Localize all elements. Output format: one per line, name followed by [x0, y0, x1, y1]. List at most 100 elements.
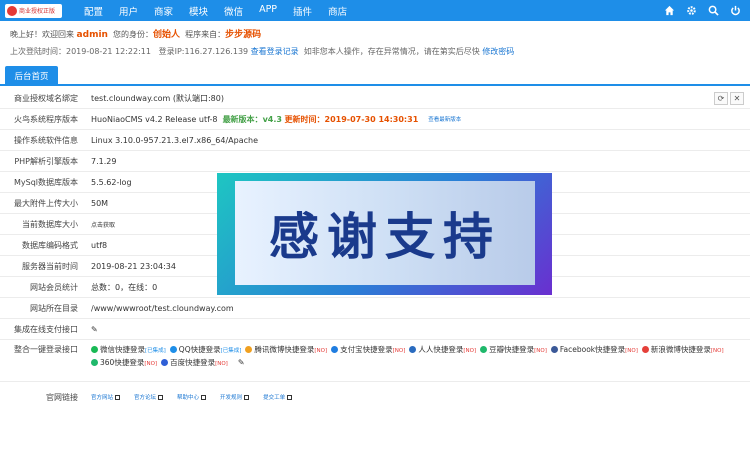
login-provider-status: [已集成] [220, 348, 242, 354]
official-link-label: 帮助中心 [177, 395, 200, 401]
row-label: MySql数据库版本 [13, 177, 78, 187]
table-row: 操作系统软件信息 Linux 3.10.0-957.21.3.el7.x86_6… [0, 130, 750, 151]
row-value: utf8 [91, 240, 108, 250]
nav-item-merchants[interactable]: 商家 [154, 4, 173, 18]
view-login-log-link[interactable]: 查看登录记录 [251, 47, 299, 56]
login-provider-icon [550, 346, 558, 353]
edit-icon[interactable]: ✎ [91, 325, 98, 334]
username: admin [76, 30, 108, 40]
login-provider-name: 支付宝快捷登录 [340, 345, 393, 354]
last-login-time: 2019-08-21 12:22:11 [66, 47, 151, 56]
search-icon[interactable] [708, 5, 719, 16]
official-link[interactable]: 提交工单 [263, 393, 293, 401]
external-link-icon [287, 394, 293, 400]
home-icon[interactable] [664, 5, 675, 16]
identity-label: 您的身份： [113, 30, 154, 39]
row-label: 操作系统软件信息 [14, 135, 78, 145]
logo-text: 商业授权正版 [19, 8, 56, 15]
quick-login-item[interactable]: 微信快捷登录[已集成] [91, 345, 166, 354]
official-link[interactable]: 开发规则 [220, 393, 250, 401]
quick-login-list: 微信快捷登录[已集成] QQ快捷登录[已集成] 腾讯微博快捷登录[NO] 支付宝快捷登… [91, 344, 731, 370]
quick-login-item[interactable]: Facebook快捷登录[NO] [550, 345, 638, 354]
table-row: 火鸟系统程序版本 HuoNiaoCMS v4.2 Release utf-8 最… [0, 109, 750, 130]
quick-login-item[interactable]: 腾讯微博快捷登录[NO] [245, 345, 327, 354]
nav-item-config[interactable]: 配置 [84, 4, 103, 18]
top-nav: 商业授权正版 配置 用户 商家 模块 微信 APP 插件 商店 [0, 0, 750, 21]
row-label: 商业授权域名绑定 [14, 93, 78, 103]
nav-item-store[interactable]: 商店 [328, 4, 347, 18]
thanks-banner: 感谢支持 [217, 173, 552, 295]
source-value: 步步源码 [225, 30, 262, 40]
get-db-size-link[interactable]: 点击获取 [91, 220, 115, 229]
brand-logo[interactable]: 商业授权正版 [5, 3, 62, 18]
quick-login-item[interactable]: 新浪微博快捷登录[NO] [641, 345, 724, 354]
update-time-label: 更新时间： [284, 114, 325, 124]
row-value: test.cloundway.com (默认端口:80) [91, 93, 224, 103]
login-provider-name: 豆瓣快捷登录 [489, 345, 535, 354]
last-login-line: 上次登陆时间：2019-08-21 12:22:11 登录IP:116.27.1… [10, 46, 514, 57]
row-value: 5.5.62-log [91, 177, 132, 187]
row-label: 服务器当前时间 [22, 261, 78, 271]
edit-icon[interactable]: ✎ [238, 358, 245, 367]
nav-item-users[interactable]: 用户 [119, 4, 138, 18]
login-provider-icon [91, 359, 98, 366]
quick-login-item[interactable]: 人人快捷登录[NO] [409, 345, 476, 354]
quick-login-item[interactable]: 百度快捷登录[NO] [161, 358, 228, 367]
login-provider-name: 百度快捷登录 [170, 358, 216, 367]
official-links-row: 官网链接 官方网站 官方论坛 帮助中心 开发规则 提交工单 [0, 387, 750, 407]
nav-item-wechat[interactable]: 微信 [224, 4, 243, 18]
nav-item-modules[interactable]: 模块 [189, 4, 208, 18]
login-ip: 116.27.126.139 [184, 47, 249, 56]
login-provider-name: 新浪微博快捷登录 [650, 345, 711, 354]
login-provider-icon [245, 346, 253, 353]
quick-login-item[interactable]: 豆瓣快捷登录[NO] [480, 345, 547, 354]
official-link-label: 官方论坛 [134, 395, 157, 401]
login-provider-status: [NO] [463, 348, 477, 354]
login-provider-status: [NO] [625, 348, 638, 354]
row-label: 网站会员统计 [30, 282, 78, 292]
logo-mark-icon [7, 5, 17, 16]
quick-login-item[interactable]: QQ快捷登录[已集成] [169, 345, 242, 354]
last-login-label: 上次登陆时间： [10, 47, 66, 56]
nav-item-plugins[interactable]: 插件 [293, 4, 312, 18]
row-label: 集成在线支付接口 [14, 324, 78, 334]
login-provider-icon [169, 346, 177, 353]
login-provider-name: Facebook快捷登录 [559, 345, 626, 354]
table-row: 整合一键登录接口 微信快捷登录[已集成] QQ快捷登录[已集成] 腾讯微博快捷登录[… [0, 340, 750, 382]
login-provider-status: [NO] [144, 361, 158, 367]
official-link[interactable]: 帮助中心 [177, 393, 207, 401]
login-provider-icon [480, 346, 488, 353]
identity-value: 创始人 [153, 30, 181, 40]
row-label: 网站所在目录 [30, 303, 78, 313]
row-label: 火鸟系统程序版本 [14, 114, 78, 124]
quick-login-item[interactable]: 支付宝快捷登录[NO] [331, 345, 405, 354]
nav-icons [653, 0, 741, 21]
login-provider-icon [409, 346, 417, 353]
official-link-label: 官方网站 [91, 395, 114, 401]
row-value: /www/wwwroot/test.cloundway.com [91, 303, 234, 313]
close-icon[interactable]: ✕ [730, 92, 744, 105]
external-link-icon [158, 394, 164, 400]
official-link[interactable]: 官方网站 [91, 393, 121, 401]
tab-dashboard[interactable]: 后台首页 [5, 66, 58, 86]
refresh-icon[interactable]: ⟳ [714, 92, 728, 105]
row-label: 最大附件上传大小 [14, 198, 78, 208]
table-row: 网站所在目录 /www/wwwroot/test.cloundway.com [0, 298, 750, 319]
external-link-icon [244, 394, 250, 400]
official-link[interactable]: 官方论坛 [134, 393, 164, 401]
login-provider-status: [NO] [314, 348, 328, 354]
check-latest-link[interactable]: 查看最新版本 [428, 115, 461, 123]
row-label: 官网链接 [46, 392, 78, 402]
nav-item-app[interactable]: APP [259, 4, 277, 18]
official-links: 官方网站 官方论坛 帮助中心 开发规则 提交工单 [91, 393, 306, 401]
row-value: HuoNiaoCMS v4.2 Release utf-8 最新版本： v4.3 … [91, 114, 461, 125]
change-password-link[interactable]: 修改密码 [482, 47, 514, 56]
gear-icon[interactable] [686, 5, 697, 16]
official-link-label: 开发规则 [220, 395, 243, 401]
latest-version: v4.3 [262, 114, 282, 124]
login-provider-status: [NO] [215, 361, 228, 367]
power-icon[interactable] [730, 5, 741, 16]
login-ip-label: 登录IP: [158, 47, 185, 56]
login-provider-icon [641, 346, 649, 353]
quick-login-item[interactable]: 360快捷登录[NO] [91, 358, 157, 367]
